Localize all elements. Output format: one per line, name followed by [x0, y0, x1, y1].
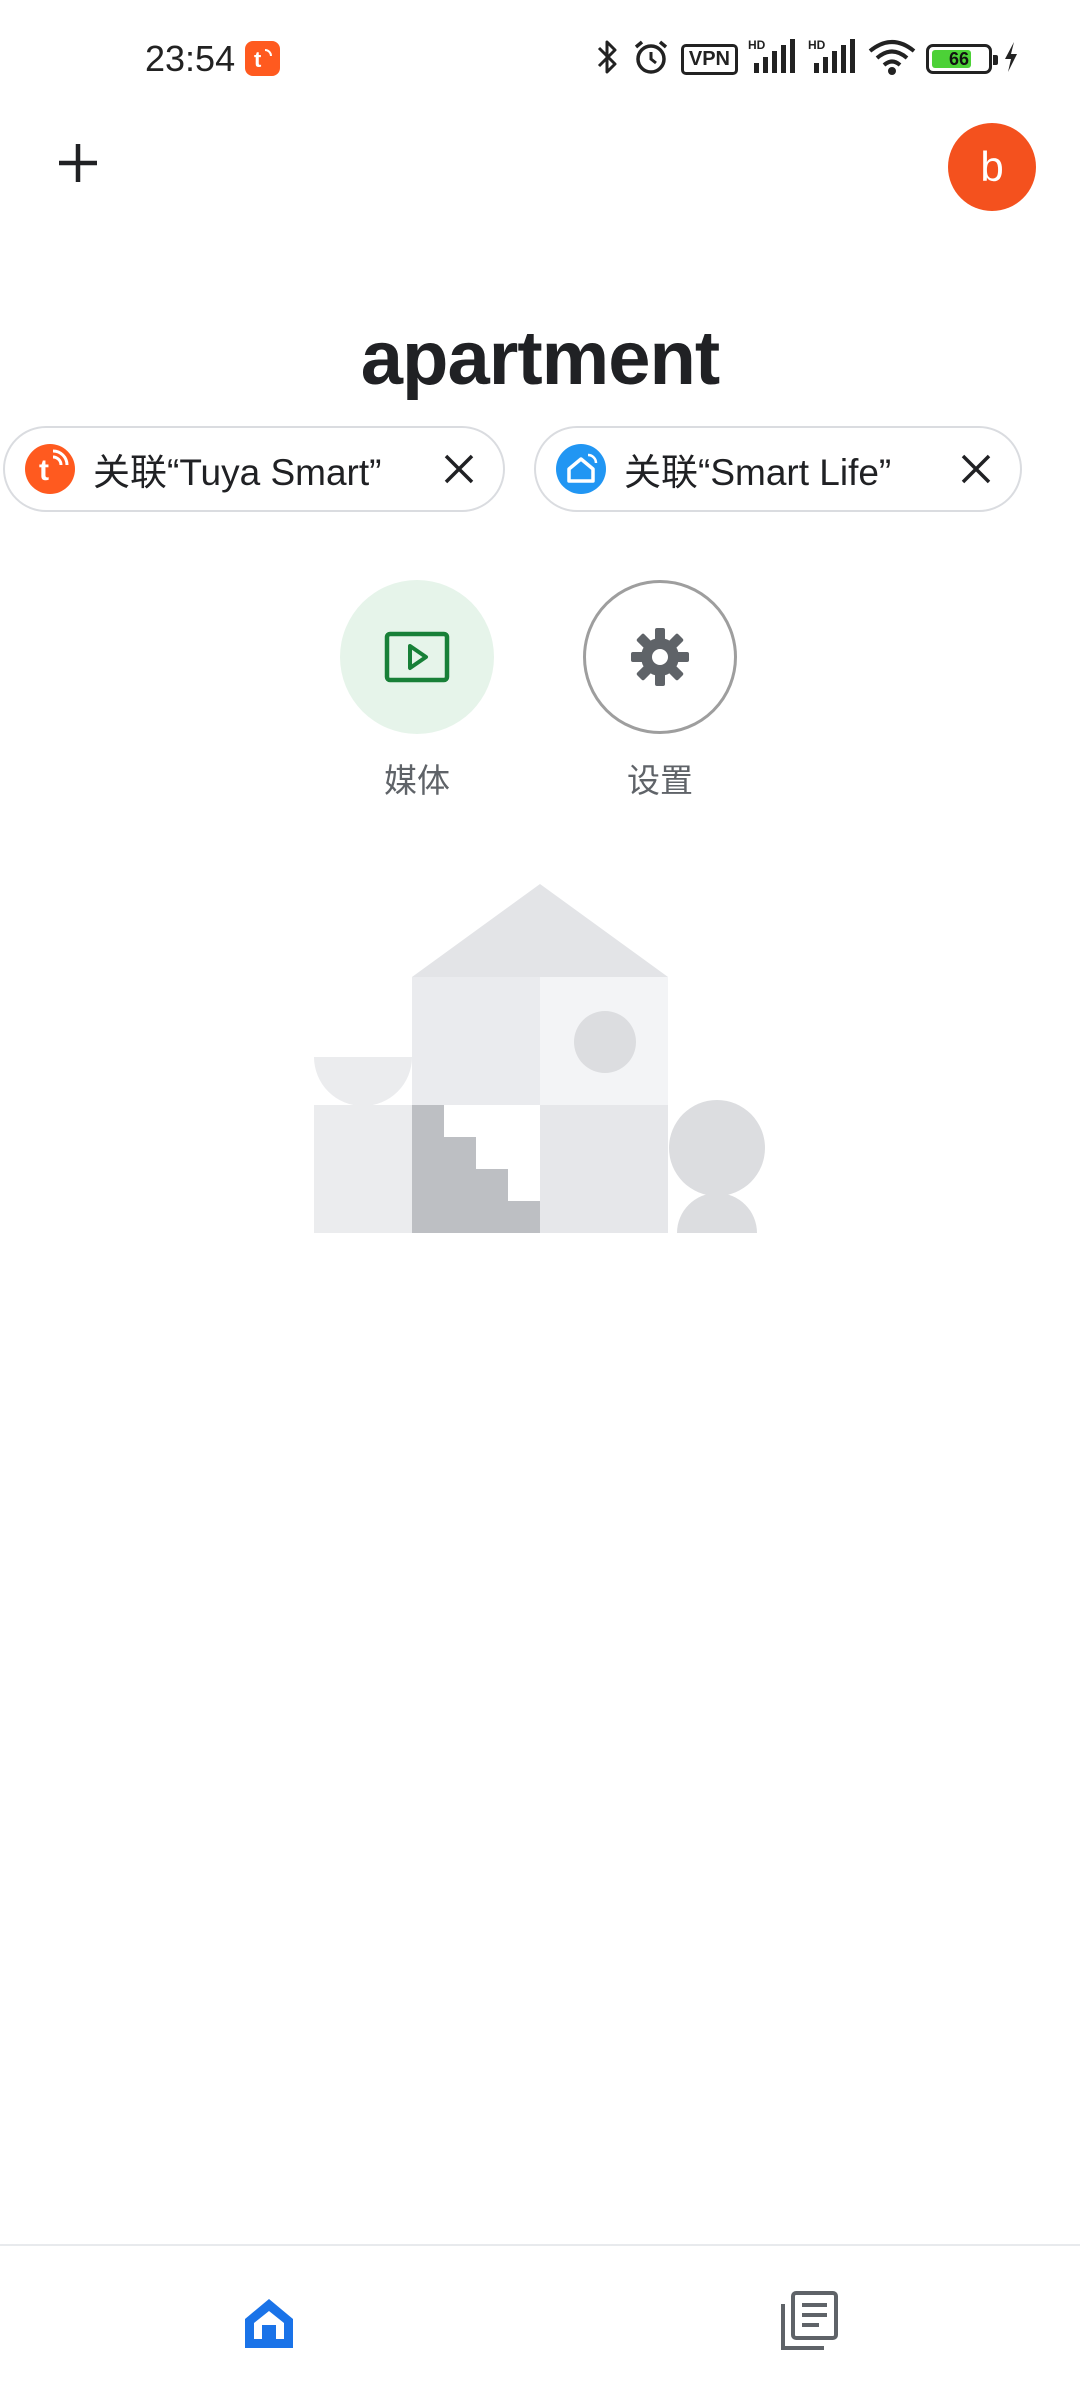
tuya-logo-icon: t — [25, 444, 75, 494]
battery-icon: 66 — [926, 44, 998, 74]
hd-signal-icon: HD — [808, 37, 858, 82]
battery-level: 66 — [948, 48, 970, 69]
bottom-nav-divider — [0, 2244, 1080, 2246]
chip-label: 关联“Smart Life” — [624, 452, 892, 493]
add-button[interactable] — [45, 130, 110, 195]
alarm-icon — [631, 37, 671, 82]
status-bar: 23:54 t VPN HD HD 66 — [0, 0, 1080, 120]
link-smart-life-chip[interactable]: 关联“Smart Life” — [534, 426, 1022, 512]
home-icon — [245, 2299, 293, 2348]
settings-label: 设置 — [627, 762, 693, 799]
status-time: 23:54 — [145, 38, 236, 79]
empty-home-illustration — [300, 880, 780, 1240]
status-icons: VPN HD HD 66 — [595, 34, 1020, 84]
svg-text:t: t — [39, 454, 49, 487]
battery-tip — [993, 55, 998, 65]
page-title: apartment — [360, 316, 720, 401]
media-button[interactable]: 媒体 — [339, 580, 495, 802]
close-icon[interactable] — [437, 447, 481, 491]
app-screen: 23:54 t VPN HD HD 66 b apartment t 关联“Tu… — [0, 0, 1080, 2400]
add-icon — [58, 143, 97, 182]
nav-home[interactable] — [230, 2290, 308, 2356]
bluetooth-icon — [595, 37, 621, 82]
svg-text:HD: HD — [808, 38, 826, 52]
vpn-icon: VPN — [680, 43, 738, 75]
settings-button[interactable]: 设置 — [582, 580, 738, 802]
svg-text:t: t — [254, 47, 262, 72]
feed-icon — [781, 2291, 838, 2350]
link-tuya-chip[interactable]: t 关联“Tuya Smart” — [3, 426, 505, 512]
avatar[interactable]: b — [948, 123, 1036, 211]
svg-text:HD: HD — [748, 38, 766, 52]
media-play-icon — [384, 631, 450, 683]
nav-feed[interactable] — [770, 2285, 848, 2357]
chip-label: 关联“Tuya Smart” — [93, 452, 382, 493]
charging-icon — [1002, 40, 1020, 79]
smart-life-logo-icon — [556, 444, 606, 494]
settings-circle[interactable] — [583, 580, 737, 734]
media-label: 媒体 — [384, 762, 450, 799]
media-circle[interactable] — [340, 580, 494, 734]
tuya-notification-icon: t — [245, 41, 280, 76]
wifi-icon — [868, 37, 916, 82]
hd-signal-icon: HD — [748, 37, 798, 82]
close-icon[interactable] — [954, 447, 998, 491]
gear-icon — [631, 628, 689, 686]
